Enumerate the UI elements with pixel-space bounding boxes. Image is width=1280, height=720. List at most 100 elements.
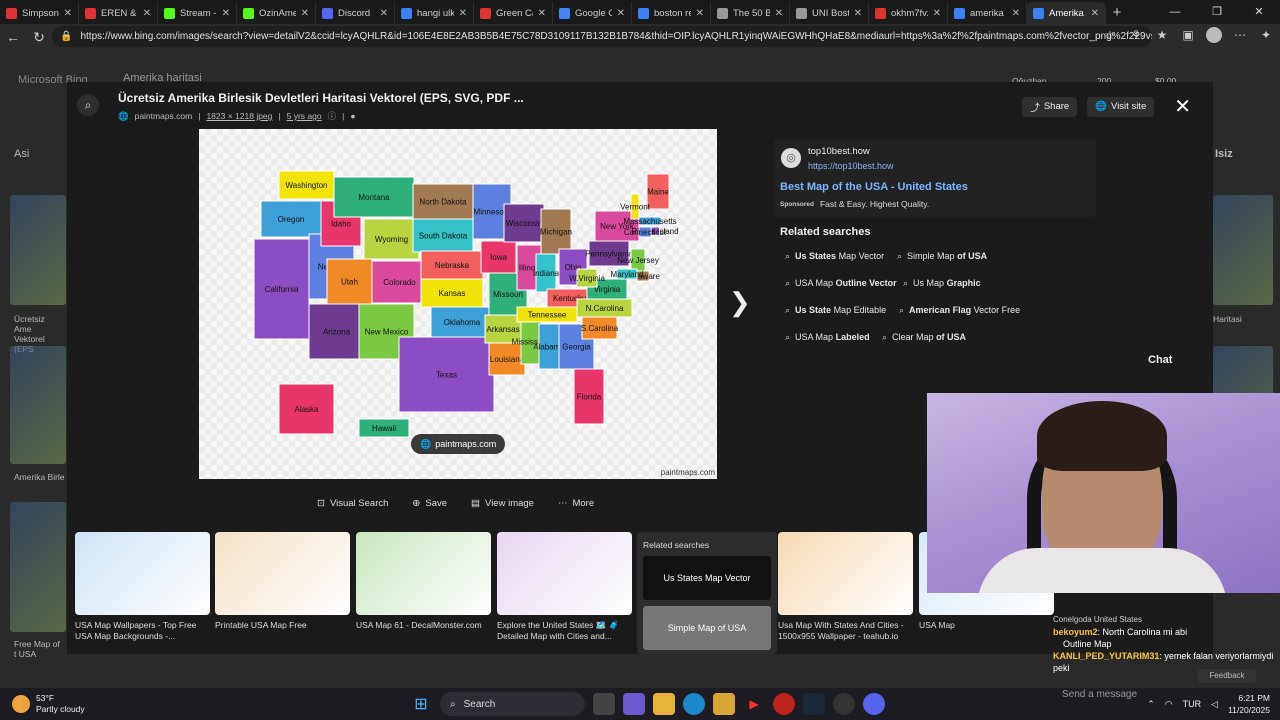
view-image-button[interactable]: ▤ View image — [471, 498, 534, 509]
browser-tab[interactable]: okhm7fvzt ✕ — [869, 2, 948, 24]
tab-close-icon[interactable]: ✕ — [933, 8, 941, 19]
close-window-icon[interactable]: ✕ — [1238, 0, 1280, 24]
obs-icon[interactable] — [833, 693, 855, 715]
tab-close-icon[interactable]: ✕ — [222, 8, 230, 19]
tab-close-icon[interactable]: ✕ — [854, 8, 862, 19]
tab-close-icon[interactable]: ✕ — [617, 8, 625, 19]
related-image-card[interactable]: Usa Map With States And Cities - 1500x95… — [778, 532, 913, 642]
related-search-chip[interactable]: ⌕ Simple Map of USA — [897, 247, 987, 265]
browser-tab[interactable]: OzinAmen ✕ — [237, 2, 316, 24]
visual-search-button[interactable]: ⊡ Visual Search — [317, 498, 388, 509]
tab-close-icon[interactable]: ✕ — [696, 8, 704, 19]
tab-close-icon[interactable]: ✕ — [301, 8, 309, 19]
related-search-chip[interactable]: ⌕ USA Map Outline Vector — [785, 274, 897, 292]
bg-thumb[interactable] — [10, 346, 66, 464]
tab-close-icon[interactable]: ✕ — [1091, 8, 1099, 19]
related-search-chip[interactable]: ⌕ Us States Map Vector — [785, 247, 884, 265]
bg-thumb[interactable] — [10, 502, 66, 632]
image-dimensions[interactable]: 1823 × 1218 jpeg — [206, 111, 272, 121]
minimize-icon[interactable]: — — [1154, 0, 1196, 24]
tab-close-icon[interactable]: ✕ — [459, 8, 467, 19]
extensions-icon[interactable]: ⚘ — [1128, 28, 1144, 42]
volume-icon[interactable]: ◁ — [1211, 699, 1218, 710]
bg-caption[interactable]: Amerika Birle — [14, 472, 65, 482]
browser-tab[interactable]: amerika ha ✕ — [948, 2, 1027, 24]
related-card[interactable]: Us States Map Vector — [643, 556, 771, 600]
browser-tab[interactable]: Green Card ✕ — [474, 2, 553, 24]
browser-tab[interactable]: Amerika h ✕ — [1027, 2, 1106, 24]
related-image-card[interactable]: Printable USA Map Free — [215, 532, 350, 631]
related-image-card[interactable]: Explore the United States 🗺️ 🧳 Detailed … — [497, 532, 632, 642]
browser-tab[interactable]: UNI Bostor ✕ — [790, 2, 869, 24]
browser-tab[interactable]: hangi ulke ✕ — [395, 2, 474, 24]
chat-button[interactable]: Chat — [1148, 354, 1172, 366]
edge-icon[interactable] — [683, 693, 705, 715]
tab-close-icon[interactable]: ✕ — [64, 8, 72, 19]
share-button[interactable]: ⤴ Share — [1022, 96, 1078, 117]
image-age[interactable]: 5 yrs ago — [287, 111, 322, 121]
related-search-chip[interactable]: ⌕ American Flag Vector Free — [899, 301, 1020, 319]
tab-close-icon[interactable]: ✕ — [143, 8, 151, 19]
related-search-chip[interactable]: ⌕ Clear Map of USA — [882, 328, 966, 346]
lock-icon[interactable]: 🔒 — [60, 31, 72, 42]
main-image[interactable]: WashingtonOregonCaliforniaNevadaIdahoMon… — [199, 129, 717, 479]
image-title[interactable]: Ücretsiz Amerika Birlesik Devletleri Har… — [118, 91, 524, 105]
favorites-icon[interactable]: ★ — [1154, 28, 1170, 42]
favorite-star-icon[interactable]: ☆ — [1102, 28, 1118, 42]
related-image-card[interactable]: USA Map Wallpapers - Top Free USA Map Ba… — [75, 532, 210, 642]
related-search-chip[interactable]: ⌕ Us Map Graphic — [903, 274, 981, 292]
browser-tab[interactable]: Google Ge ✕ — [553, 2, 632, 24]
discord-icon[interactable] — [863, 693, 885, 715]
tab-close-icon[interactable]: ✕ — [380, 8, 388, 19]
more-button[interactable]: ⋯ More — [558, 498, 594, 509]
lang-indicator[interactable]: TUR — [1183, 699, 1202, 709]
send-message-field[interactable]: Send a message — [1062, 689, 1137, 700]
bg-chip-right[interactable]: Isiz — [1215, 148, 1233, 160]
taskbar-search[interactable]: ⌕ Search — [440, 692, 585, 716]
app-icon[interactable] — [773, 693, 795, 715]
bg-caption[interactable]: Free Map of t USA — [14, 639, 64, 659]
task-view-icon[interactable] — [593, 693, 615, 715]
ad-headline[interactable]: Best Map of the USA - United States — [780, 181, 968, 193]
new-tab-button[interactable]: + — [1106, 4, 1128, 21]
tab-close-icon[interactable]: ✕ — [538, 8, 546, 19]
menu-icon[interactable]: ⋯ — [1232, 28, 1248, 42]
store-icon[interactable] — [623, 693, 645, 715]
file-explorer-icon[interactable] — [653, 693, 675, 715]
sponsored-ad[interactable]: ◎ top10best.how https://top10best.how Be… — [774, 139, 1096, 217]
copilot-icon[interactable]: ✦ — [1258, 28, 1274, 42]
visit-site-button[interactable]: 🌐 Visit site — [1087, 96, 1155, 117]
browser-tab[interactable]: Discord ✕ — [316, 2, 395, 24]
bg-thumb[interactable] — [10, 195, 66, 305]
windows-start-icon[interactable]: ⊞ — [410, 693, 432, 715]
related-card[interactable]: Simple Map of USA — [643, 606, 771, 650]
tab-close-icon[interactable]: ✕ — [775, 8, 783, 19]
steam-icon[interactable] — [803, 693, 825, 715]
chevron-up-icon[interactable]: ⌃ — [1147, 699, 1155, 710]
address-bar[interactable]: 🔒 https://www.bing.com/images/search?vie… — [52, 26, 1152, 47]
feedback-button[interactable]: Feedback — [1198, 669, 1256, 683]
bg-thumb[interactable] — [1213, 195, 1273, 305]
youtube-icon[interactable]: ▶ — [743, 693, 765, 715]
refresh-icon[interactable]: ↻ — [26, 29, 52, 46]
browser-tab[interactable]: Stream - K ✕ — [158, 2, 237, 24]
image-source-badge[interactable]: 🌐 paintmaps.com — [411, 434, 506, 454]
bg-chip-left[interactable]: Asi — [14, 148, 29, 160]
profile-avatar[interactable] — [1206, 27, 1222, 43]
related-search-chip[interactable]: ⌕ USA Map Labeled — [785, 328, 870, 346]
source-domain[interactable]: paintmaps.com — [135, 111, 193, 121]
tab-close-icon[interactable]: ✕ — [1012, 8, 1020, 19]
info-icon[interactable]: ⓘ — [328, 110, 337, 122]
save-button[interactable]: ⊕ Save — [412, 498, 447, 509]
related-search-chip[interactable]: ⌕ Us State Map Editable — [785, 301, 886, 319]
weather-widget[interactable]: 53°F Partly cloudy — [12, 693, 85, 715]
related-image-card[interactable]: USA Map 61 - DecalMonster.com — [356, 532, 491, 631]
clock[interactable]: 6:21 PM 11/20/2025 — [1228, 692, 1270, 716]
restore-icon[interactable]: ❐ — [1196, 0, 1238, 24]
more-dot-icon[interactable]: ● — [350, 111, 355, 121]
browser-tab[interactable]: The 50 Be ✕ — [711, 2, 790, 24]
collections-icon[interactable]: ▣ — [1180, 28, 1196, 42]
bg-caption[interactable]: Haritasi — [1213, 314, 1242, 324]
browser-tab[interactable]: boston res ✕ — [632, 2, 711, 24]
browser-tab[interactable]: EREN & Ca ✕ — [79, 2, 158, 24]
